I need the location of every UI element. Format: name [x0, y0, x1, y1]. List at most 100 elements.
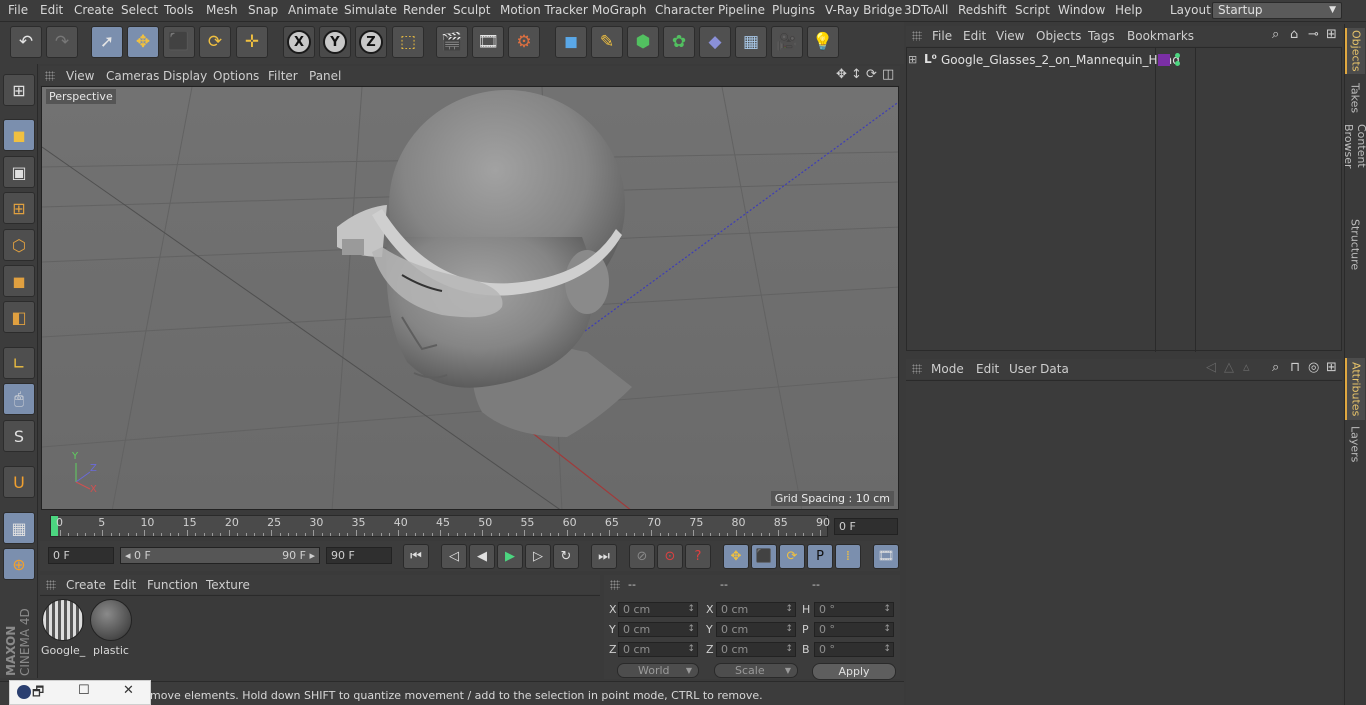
record-pla-button[interactable]: ⁞ — [835, 544, 861, 569]
material-menu-function[interactable]: Function — [147, 578, 198, 592]
tweak-mode-button[interactable]: 🖱 — [3, 383, 35, 415]
render-settings-button[interactable]: ⚙ — [508, 26, 540, 58]
redo-button[interactable]: ↷ — [46, 26, 78, 58]
rotation-value-field[interactable]: 0 ° — [814, 642, 894, 657]
size-value-field[interactable]: 0 cm — [716, 602, 796, 617]
make-editable-button[interactable]: ⊞ — [3, 74, 35, 106]
material-swatch-plastic[interactable]: plastic — [89, 598, 133, 657]
menu-render[interactable]: Render — [403, 3, 446, 17]
select-tool-button[interactable]: ➚ — [91, 26, 123, 58]
magnet-tool-button[interactable]: U — [3, 466, 35, 498]
editor-visibility-dot[interactable] — [1175, 53, 1180, 58]
point-mode-button[interactable]: ⬡ — [3, 229, 35, 261]
position-value-field[interactable]: 0 cm — [618, 602, 698, 617]
record-position-button[interactable]: ✥ — [723, 544, 749, 569]
back-icon[interactable]: ⊸ — [1308, 27, 1319, 42]
play-button[interactable]: ▶ — [497, 544, 523, 569]
attribute-menu-mode[interactable]: Mode — [931, 362, 964, 376]
menu-plugins[interactable]: Plugins — [772, 3, 815, 17]
tab-takes[interactable]: Takes — [1345, 78, 1365, 118]
start-frame-field[interactable]: 0 F — [48, 547, 114, 564]
record-parameter-button[interactable]: P — [807, 544, 833, 569]
z-axis-lock-button[interactable]: Z — [355, 26, 387, 58]
layer-color-tag[interactable] — [1158, 54, 1170, 66]
home-icon[interactable]: ⌂ — [1290, 27, 1298, 42]
array-cloner-button[interactable]: ✿ — [663, 26, 695, 58]
menu-mesh[interactable]: Mesh — [206, 3, 238, 17]
axis-mode-button[interactable]: ∟ — [3, 347, 35, 379]
search-icon[interactable]: ⌕ — [1272, 27, 1279, 42]
preview-range-slider[interactable]: ◂ 0 F 90 F ▸ — [120, 547, 320, 564]
edge-mode-button[interactable]: ◼ — [3, 265, 35, 297]
rotation-value-field[interactable]: 0 ° — [814, 602, 894, 617]
attribute-menu-edit[interactable]: Edit — [976, 362, 999, 376]
new-panel-icon[interactable]: ⊞ — [1326, 360, 1337, 375]
search-icon[interactable]: ⌕ — [1272, 360, 1279, 375]
attribute-menu-user-data[interactable]: User Data — [1009, 362, 1069, 376]
record-active-button[interactable]: ⊘ — [629, 544, 655, 569]
end-frame-field[interactable]: 90 F — [326, 547, 392, 564]
menu-redshift[interactable]: Redshift — [958, 3, 1007, 17]
menu-animate[interactable]: Animate — [288, 3, 338, 17]
pan-view-icon[interactable]: ✥ — [836, 67, 847, 82]
menu-select[interactable]: Select — [121, 3, 158, 17]
goto-end-button[interactable]: ⏭ — [591, 544, 617, 569]
material-swatch-google[interactable]: Google_ — [41, 598, 85, 657]
rotation-value-field[interactable]: 0 ° — [814, 622, 894, 637]
workplane-mode-button[interactable]: ⊞ — [3, 192, 35, 224]
render-view-button[interactable]: 🎬 — [436, 26, 468, 58]
material-menu-create[interactable]: Create — [66, 578, 106, 592]
menu-sculpt[interactable]: Sculpt — [453, 3, 490, 17]
tab-attributes[interactable]: Attributes — [1345, 358, 1365, 420]
panel-grip-icon[interactable] — [912, 364, 922, 374]
menu-mograph[interactable]: MoGraph — [592, 3, 647, 17]
toggle-view-icon[interactable]: ◫ — [882, 67, 894, 82]
menu-character[interactable]: Character — [655, 3, 714, 17]
position-value-field[interactable]: 0 cm — [618, 642, 698, 657]
maximize-icon[interactable]: ☐ — [78, 683, 90, 698]
snap-button[interactable]: S — [3, 420, 35, 452]
panel-grip-icon[interactable] — [46, 580, 56, 590]
menu-tools[interactable]: Tools — [164, 3, 194, 17]
size-mode-dropdown[interactable]: Scale ▼ — [714, 663, 798, 678]
menu-simulate[interactable]: Simulate — [344, 3, 397, 17]
panel-grip-icon[interactable] — [45, 71, 55, 81]
viewport-menu-panel[interactable]: Panel — [309, 69, 341, 83]
zoom-view-icon[interactable]: ↕ — [851, 67, 862, 82]
menu-create[interactable]: Create — [74, 3, 114, 17]
size-value-field[interactable]: 0 cm — [716, 622, 796, 637]
autokey-button[interactable]: ⊙ — [657, 544, 683, 569]
coordinate-system-button[interactable]: ⬚ — [392, 26, 424, 58]
restore-icon[interactable]: 🗗 — [32, 683, 44, 705]
perspective-viewport[interactable]: Y Z X Perspective Grid Spacing : 10 cm — [41, 86, 899, 510]
menu-vray-bridge[interactable]: V-Ray Bridge — [825, 3, 902, 17]
render-visibility-dot[interactable] — [1175, 61, 1180, 66]
panel-grip-icon[interactable] — [912, 31, 922, 41]
object-menu-tags[interactable]: Tags — [1088, 29, 1115, 43]
texture-mode-button[interactable]: ▣ — [3, 156, 35, 188]
model-mode-button[interactable]: ◼ — [3, 119, 35, 151]
new-panel-icon[interactable]: ⊞ — [1326, 27, 1337, 42]
object-name[interactable]: Google_Glasses_2_on_Mannequin_Head — [941, 53, 1180, 67]
material-menu-edit[interactable]: Edit — [113, 578, 136, 592]
current-frame-field[interactable]: 0 F — [834, 518, 898, 535]
previous-key-button[interactable]: ◁ — [441, 544, 467, 569]
tab-content-browser[interactable]: Content Browser — [1342, 120, 1366, 212]
tab-objects[interactable]: Objects — [1345, 28, 1365, 74]
rotate-view-icon[interactable]: ⟳ — [866, 67, 877, 82]
menu-edit[interactable]: Edit — [40, 3, 63, 17]
viewport-menu-view[interactable]: View — [66, 69, 94, 83]
object-menu-edit[interactable]: Edit — [963, 29, 986, 43]
expand-icon[interactable]: ⊞ — [908, 53, 917, 66]
record-scale-button[interactable]: ⬛ — [751, 544, 777, 569]
menu-script[interactable]: Script — [1015, 3, 1050, 17]
live-selection-button[interactable]: ✛ — [236, 26, 268, 58]
deformer-button[interactable]: ◆ — [699, 26, 731, 58]
y-axis-lock-button[interactable]: Y — [319, 26, 351, 58]
viewport-camera-label[interactable]: Perspective — [46, 89, 116, 104]
tab-structure[interactable]: Structure — [1345, 216, 1365, 274]
apply-button[interactable]: Apply — [812, 663, 896, 680]
object-menu-bookmarks[interactable]: Bookmarks — [1127, 29, 1194, 43]
light-object-button[interactable]: 💡 — [807, 26, 839, 58]
target-icon[interactable]: ◎ — [1308, 360, 1319, 375]
